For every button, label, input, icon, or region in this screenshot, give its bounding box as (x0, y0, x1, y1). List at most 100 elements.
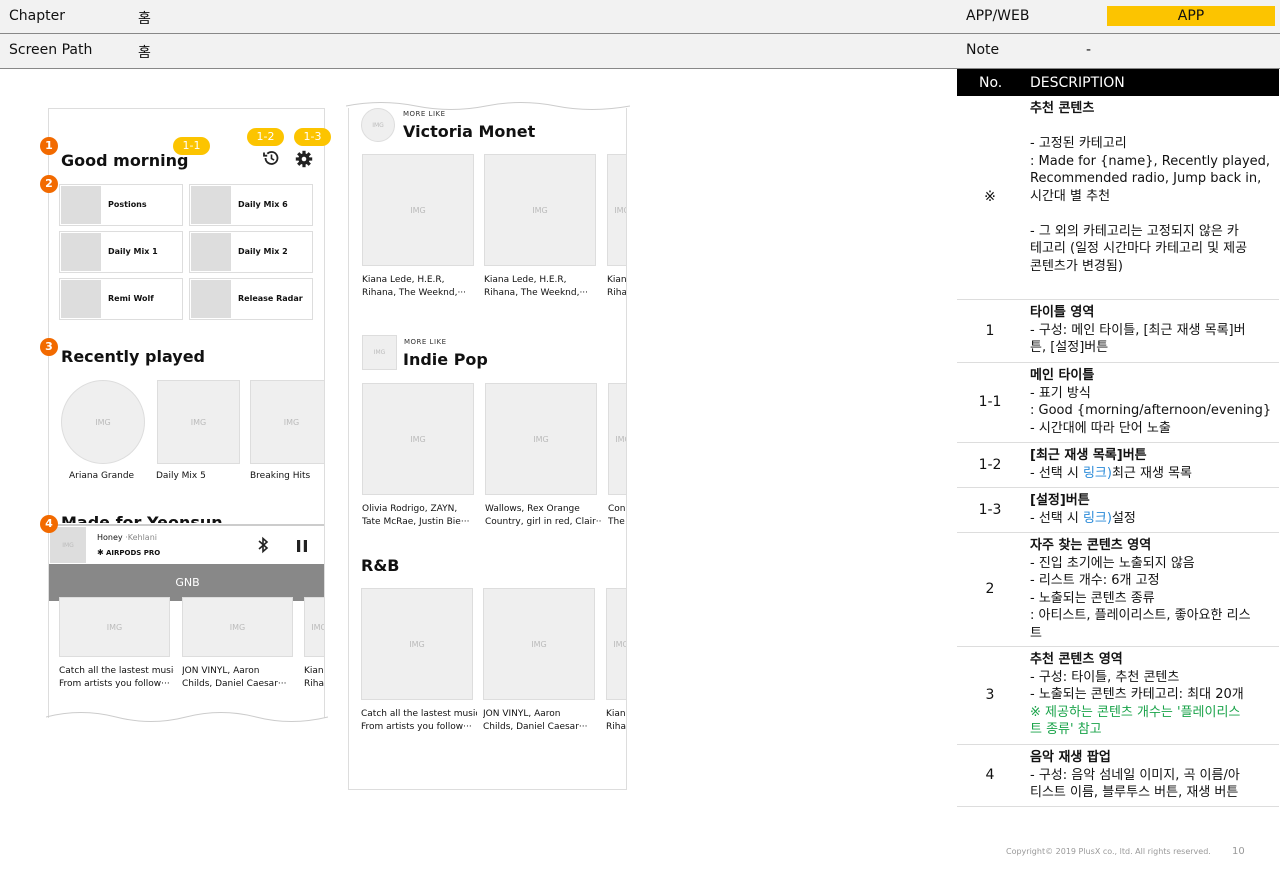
content-card-image[interactable]: IMG (485, 383, 597, 495)
content-card-image[interactable]: IMG (608, 383, 626, 495)
content-card-image[interactable]: IMG (606, 588, 626, 700)
row-link-line: - 선택 시 링크)설정 (1030, 510, 1136, 528)
card-caption-2: Rihar (606, 722, 626, 732)
quick-tile[interactable]: Remi Wolf (59, 278, 183, 320)
row-line: - 표기 방식 (1030, 385, 1091, 401)
wavy-edge (46, 712, 328, 722)
content-card-image[interactable]: IMG (483, 588, 595, 700)
app-web-badge: APP (1107, 6, 1275, 26)
row-description: 추천 콘텐츠 영역 - 구성: 타이틀, 추천 콘텐츠 - 노출되는 콘텐츠 카테고… (1030, 651, 1244, 739)
card-caption-1: Cona (608, 504, 626, 514)
content-card-image[interactable]: IMG (362, 383, 474, 495)
recent-item-image[interactable]: IMG (250, 380, 324, 464)
quick-tile[interactable]: Postions (59, 184, 183, 226)
card-caption-2: Rihana, The Weeknd,··· (362, 288, 467, 298)
tile-label: Daily Mix 1 (108, 247, 158, 256)
bottom-item-image[interactable]: IMG (182, 597, 293, 657)
tag-1-2: 1-2 (247, 128, 284, 146)
section-kicker: MORE LIKE (404, 338, 447, 346)
header-row-screen-path: Screen Path 홈 Note - (0, 34, 1280, 69)
player-artist: ·Kehlani (125, 533, 157, 542)
link-text[interactable]: 링크) (1083, 466, 1112, 481)
link-target: 최근 재생 목록 (1111, 465, 1192, 481)
row-number: 1-2 (978, 456, 1002, 473)
recent-item-image[interactable]: IMG (61, 380, 145, 464)
row-line (1030, 205, 1270, 223)
link-prefix: - 선택 시 (1030, 510, 1083, 526)
row-line: - 노출되는 콘텐츠 카테고리: 최대 20개 (1030, 687, 1244, 702)
section-title: Indie Pop (403, 350, 488, 369)
content-card-image[interactable]: IMG (361, 588, 473, 700)
marker-2: 2 (40, 175, 58, 193)
recent-item-label: Ariana Grande (69, 471, 135, 481)
row-number: 1-3 (978, 501, 1002, 518)
section-avatar: IMG (362, 335, 397, 370)
card-caption-2: Tate McRae, Justin Bie··· (362, 517, 470, 527)
description-table-header: No. DESCRIPTION (957, 69, 1279, 96)
bottom-item-caption-2: Childs, Daniel Caesar··· (182, 679, 287, 689)
tile-thumbnail (61, 280, 101, 318)
tile-label: Release Radar (238, 294, 303, 303)
row-heading: 추천 콘텐츠 (1030, 101, 1095, 116)
content-card-image[interactable]: IMG (484, 154, 596, 266)
row-description: [최근 재생 목록]버튼 - 선택 시 링크)최근 재생 목록 (1030, 447, 1192, 482)
settings-gear-icon[interactable] (295, 150, 313, 168)
content-card-image[interactable]: IMG (362, 154, 474, 266)
row-heading: 메인 타이틀 (1030, 368, 1095, 383)
music-player-popup[interactable]: IMG Honey ·Kehlani ✱ AIRPODS PRO (49, 524, 324, 564)
description-row: 1 타이틀 영역 - 구성: 메인 타이틀, [최근 재생 목록]버 튼, [설정]버… (957, 300, 1279, 363)
link-target: 설정 (1111, 510, 1136, 526)
quick-tile[interactable]: Daily Mix 2 (189, 231, 313, 273)
gnb-bar[interactable]: GNB (49, 564, 324, 601)
quick-tile[interactable]: Daily Mix 6 (189, 184, 313, 226)
tile-thumbnail (61, 186, 101, 224)
card-caption-1: Kian (607, 275, 627, 285)
tile-label: Daily Mix 6 (238, 200, 288, 209)
pause-icon[interactable] (295, 538, 309, 552)
description-row: 1-1 메인 타이틀 - 표기 방식 : Good {morning/afternoo… (957, 363, 1279, 443)
row-description: 자주 찾는 콘텐츠 영역 - 진입 초기에는 노출되지 않음 - 리스트 개수: 6… (1030, 537, 1251, 642)
link-text[interactable]: 링크) (1083, 511, 1112, 526)
row-heading: 음악 재생 팝업 (1030, 750, 1111, 765)
marker-1: 1 (40, 137, 58, 155)
row-line: - 진입 초기에는 노출되지 않음 (1030, 555, 1195, 571)
recent-history-icon[interactable] (262, 149, 280, 167)
row-line: Recommended radio, Jump back in, (1030, 171, 1262, 186)
content-card-image[interactable]: IMG (607, 154, 626, 266)
card-caption-1: Kiana (606, 709, 626, 719)
note-label: Note (966, 42, 1000, 58)
recently-played-title: Recently played (61, 347, 206, 366)
row-note: 트 종류' 참고 (1030, 722, 1102, 737)
row-line: - 그 외의 카테고리는 고정되지 않은 카 (1030, 223, 1239, 239)
recent-item-image[interactable]: IMG (157, 380, 240, 464)
row-note: ※ 제공하는 콘텐츠 개수는 '플레이리스 (1030, 704, 1241, 720)
row-line: - 구성: 음악 섬네일 이미지, 곡 이름/아 (1030, 767, 1240, 783)
col-no-header: No. (979, 75, 1003, 91)
bottom-item-caption-2: Rihan (304, 679, 324, 689)
tile-thumbnail (61, 233, 101, 271)
row-line: : Good {morning/afternoon/evening} (1030, 403, 1272, 418)
row-description: 메인 타이틀 - 표기 방식 : Good {morning/afternoon/e… (1030, 367, 1271, 437)
row-number: 1-1 (978, 394, 1002, 410)
quick-tile[interactable]: Daily Mix 1 (59, 231, 183, 273)
player-song-title: Honey (97, 533, 123, 542)
row-heading: [최근 재생 목록]버튼 (1030, 448, 1147, 463)
marker-4: 4 (40, 515, 58, 533)
copyright-text: Copyright© 2019 PlusX co., ltd. All righ… (1006, 847, 1211, 856)
marker-3: 3 (40, 338, 58, 356)
bottom-item-image[interactable]: IMG (59, 597, 170, 657)
bluetooth-small-icon: ✱ (97, 548, 104, 557)
row-heading: 타이틀 영역 (1030, 305, 1095, 320)
row-description: [설정]버튼 - 선택 시 링크)설정 (1030, 492, 1136, 527)
bluetooth-icon[interactable] (257, 536, 271, 554)
row-heading: [설정]버튼 (1030, 493, 1090, 508)
row-line: 튼, [설정]버튼 (1030, 340, 1109, 355)
card-caption-1: Wallows, Rex Orange (485, 504, 580, 514)
card-caption-2: From artists you follow··· (361, 722, 472, 732)
bottom-item-image[interactable]: IMG (304, 597, 324, 657)
row-number: 2 (985, 581, 995, 597)
quick-tile[interactable]: Release Radar (189, 278, 313, 320)
row-line: - 리스트 개수: 6개 고정 (1030, 573, 1160, 588)
row-number: 1 (985, 322, 995, 339)
row-heading: 추천 콘텐츠 영역 (1030, 652, 1123, 667)
